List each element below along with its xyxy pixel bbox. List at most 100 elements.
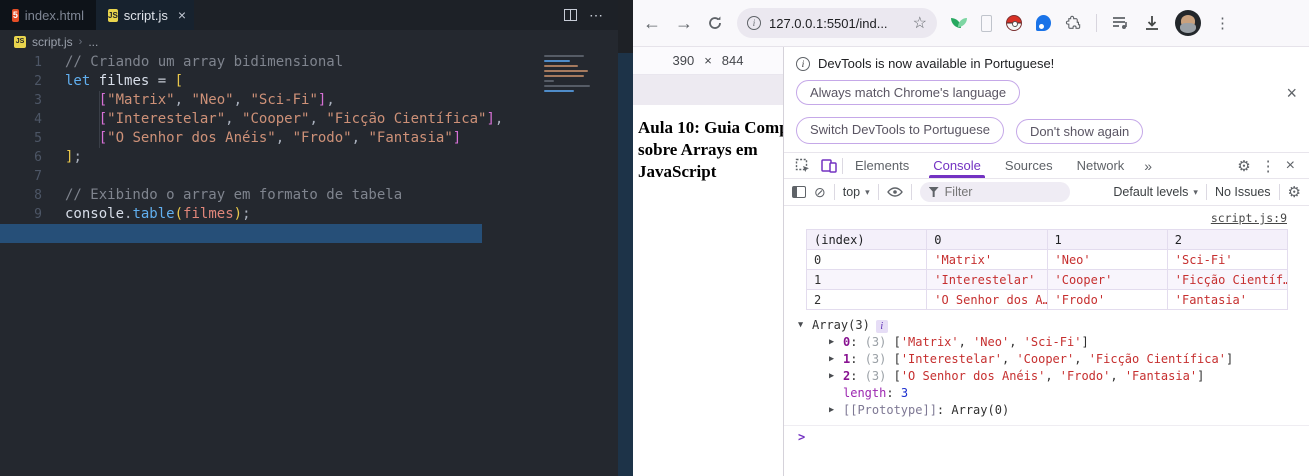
tree-row[interactable]: ▶ 1: (3) ['Interestelar', 'Cooper', 'Ficç… [798, 351, 1309, 368]
clear-console-icon[interactable]: ⊘ [814, 184, 826, 201]
code-line-2[interactable]: 2 let filmes = [ [0, 72, 618, 91]
profile-avatar[interactable] [1175, 10, 1201, 36]
table-header-cell[interactable]: 2 [1166, 229, 1289, 250]
table-cell: 'Ficção Científ… [1166, 269, 1289, 290]
device-toolbar-toggle-icon[interactable] [816, 155, 842, 177]
tree-row[interactable]: ▼ Array(3) i [798, 317, 1309, 334]
code-line-4[interactable]: 4 ["Interestelar", "Cooper", "Ficção Cie… [0, 110, 618, 129]
breadcrumb-file[interactable]: script.js [32, 35, 73, 49]
url-text[interactable]: 127.0.0.1:5501/ind... [769, 16, 905, 31]
extension-flame-icon[interactable] [1036, 15, 1051, 31]
downloads-icon[interactable] [1143, 14, 1161, 32]
panel-divider [618, 0, 633, 476]
log-levels-dropdown[interactable]: Default levels ▾ [1113, 185, 1198, 199]
code-line-7[interactable]: 7 [0, 167, 618, 186]
info-icon: i [796, 56, 810, 71]
tree-row[interactable]: ▶ 2: (3) ['O Senhor dos Anéis', 'Frodo', … [798, 368, 1309, 385]
tree-row[interactable]: ▶ [[Prototype]]: Array(0) [798, 402, 1309, 419]
bookmark-star-icon[interactable]: ☆ [913, 13, 927, 33]
match-language-button[interactable]: Always match Chrome's language [796, 80, 1021, 105]
tab-console[interactable]: Console [921, 153, 993, 178]
device-toolbar: 390 × 844 [633, 47, 783, 75]
minimap[interactable] [544, 55, 596, 107]
inspect-element-icon[interactable] [790, 155, 816, 177]
extension-green-icon[interactable] [951, 15, 967, 31]
source-link[interactable]: script.js:9 [784, 206, 1309, 227]
tree-caret-icon[interactable]: ▶ [829, 351, 843, 368]
chrome-window: ← → i 127.0.0.1:5501/ind... ☆ ⋮ 390 × 84… [633, 0, 1309, 476]
more-tabs-icon[interactable]: » [1136, 158, 1160, 174]
heading-line: JavaScript [638, 162, 717, 181]
table-header-cell[interactable]: 0 [926, 229, 1048, 250]
device-width-input[interactable]: 390 [673, 53, 695, 68]
tree-caret-icon[interactable]: ▼ [798, 317, 812, 334]
devtools-close-icon[interactable]: × [1286, 157, 1295, 175]
code-line-6[interactable]: 6]; [0, 148, 618, 167]
more-actions-icon[interactable]: ⋯ [589, 7, 604, 24]
dont-show-again-button[interactable]: Don't show again [1015, 119, 1144, 144]
code-editor[interactable]: 1// Criando um array bidimensional 2 let f… [0, 53, 618, 476]
heading-line: sobre Arrays em [638, 140, 758, 159]
minimap-line [544, 90, 574, 92]
value-info-icon: i [875, 320, 888, 333]
tab-script-js[interactable]: JS script.js × [96, 0, 194, 30]
tab-network[interactable]: Network [1065, 153, 1137, 178]
close-tab-icon[interactable]: × [178, 7, 186, 23]
prompt-chevron-icon: > [798, 430, 806, 444]
device-margin-band [633, 75, 783, 105]
code-line-1[interactable]: 1// Criando um array bidimensional [0, 53, 618, 72]
page-heading: Aula 10: Guia Comp sobre Arrays em JavaS… [638, 117, 783, 183]
tab-index-html[interactable]: 5 index.html [0, 0, 96, 30]
console-prompt[interactable]: > [784, 425, 1309, 444]
filter-input[interactable] [944, 185, 1045, 199]
code-line-9[interactable]: 9 console.table(filmes); [0, 205, 618, 224]
address-bar[interactable]: i 127.0.0.1:5501/ind... ☆ [737, 8, 937, 38]
tab-elements[interactable]: Elements [843, 153, 921, 178]
tab-sources[interactable]: Sources [993, 153, 1065, 178]
tree-caret-icon[interactable]: ▶ [829, 402, 843, 419]
back-icon[interactable]: ← [643, 13, 661, 34]
editor-actions: ⋯ [564, 0, 618, 30]
reload-icon[interactable] [707, 15, 723, 31]
browser-menu-icon[interactable]: ⋮ [1215, 14, 1230, 32]
tree-caret-icon[interactable]: ▶ [829, 334, 843, 351]
table-header-cell[interactable]: 1 [1046, 229, 1168, 250]
console-sidebar-icon[interactable] [792, 186, 806, 198]
live-expression-eye-icon[interactable] [886, 184, 903, 200]
console-toolbar: ⊘ top ▾ Default levels ▾ [784, 179, 1309, 206]
console-table: (index) 0 1 2 0 'Matrix' 'Neo' 'Sci-Fi' 1 'Inter… [805, 229, 1289, 310]
media-controls-icon[interactable] [1111, 14, 1129, 32]
table-row: 0 'Matrix' 'Neo' 'Sci-Fi' [805, 249, 1289, 270]
breadcrumb[interactable]: JS script.js › ... [0, 30, 618, 53]
screen: 5 index.html JS script.js × ⋯ JS script.… [0, 0, 1309, 476]
split-editor-icon[interactable] [564, 9, 577, 21]
table-cell: 'Sci-Fi' [1166, 249, 1289, 270]
breadcrumb-symbol[interactable]: ... [88, 35, 98, 49]
language-infobar: i DevTools is now available in Portugues… [784, 47, 1309, 153]
switch-language-button[interactable]: Switch DevTools to Portuguese [796, 117, 1004, 144]
site-info-icon[interactable]: i [747, 16, 761, 30]
devtools-settings-icon[interactable]: ⚙ [1237, 157, 1250, 175]
forward-icon[interactable]: → [675, 13, 693, 34]
table-header-cell[interactable]: (index) [805, 229, 928, 250]
console-messages: script.js:9 (index) 0 1 2 0 'Matrix' 'Neo' 'Sc… [784, 206, 1309, 444]
tree-caret-icon[interactable]: ▶ [829, 368, 843, 385]
tab-label: index.html [24, 7, 84, 23]
code-line-10[interactable]: 10 [0, 224, 618, 243]
context-selector[interactable]: top ▾ [843, 185, 870, 199]
extension-pokeball-icon[interactable] [1006, 15, 1022, 31]
table-cell: 0 [805, 249, 928, 270]
code-line-8[interactable]: 8// Exibindo o array em formato de tabel… [0, 186, 618, 205]
tree-row[interactable]: length: 3 [798, 385, 1309, 402]
code-line-5[interactable]: 5 ["O Senhor dos Anéis", "Frodo", "Fanta… [0, 129, 618, 148]
infobar-close-icon[interactable]: × [1286, 83, 1297, 104]
extensions-puzzle-icon[interactable] [1065, 15, 1082, 32]
tree-row[interactable]: ▶ 0: (3) ['Matrix', 'Neo', 'Sci-Fi'] [798, 334, 1309, 351]
devtools-menu-icon[interactable]: ⋮ [1261, 157, 1276, 175]
issues-counter[interactable]: No Issues [1215, 185, 1271, 199]
chevron-down-icon: ▾ [1193, 186, 1198, 197]
device-height-input[interactable]: 844 [722, 53, 744, 68]
console-settings-icon[interactable]: ⚙ [1288, 183, 1301, 201]
code-line-3[interactable]: 3 ["Matrix", "Neo", "Sci-Fi"], [0, 91, 618, 110]
extension-phone-icon[interactable] [981, 14, 992, 32]
